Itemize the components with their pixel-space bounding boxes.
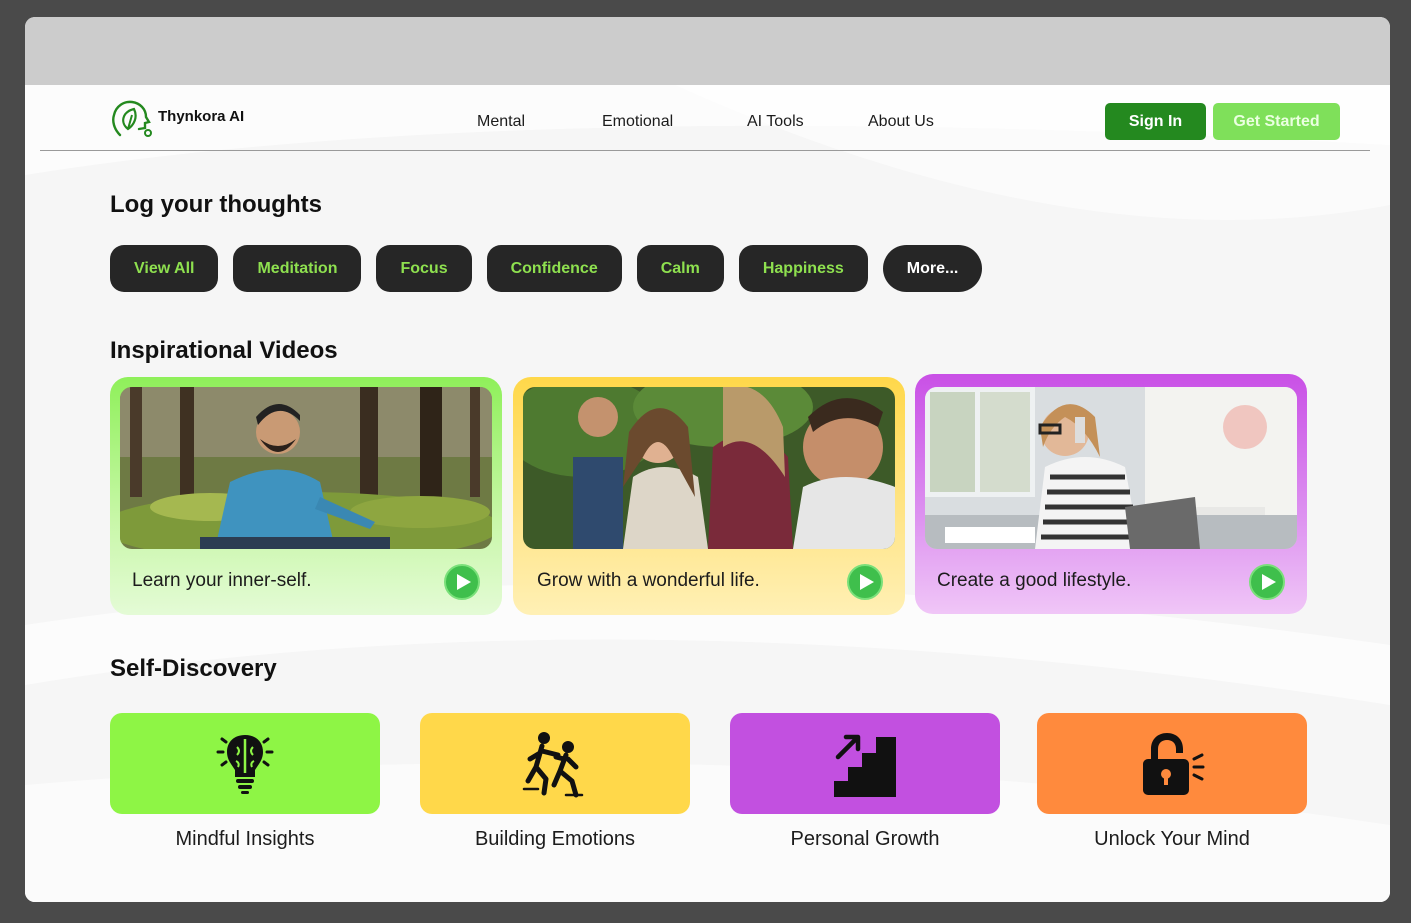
man-meditating-image xyxy=(120,387,492,549)
head-leaf-icon xyxy=(112,100,152,137)
tile-label: Building Emotions xyxy=(474,828,636,850)
play-icon[interactable] xyxy=(847,564,883,600)
tile-building-emotions[interactable] xyxy=(420,713,690,814)
page: Thynkora AI Mental Emotional AI Tools Ab… xyxy=(25,85,1390,902)
nav-link-about-us[interactable]: About Us xyxy=(868,113,934,131)
nav-link-ai-tools[interactable]: AI Tools xyxy=(747,113,804,131)
browser-chrome-bar xyxy=(25,17,1390,85)
play-icon[interactable] xyxy=(444,564,480,600)
chip-more[interactable]: More... xyxy=(882,245,983,292)
chip-focus[interactable]: Focus xyxy=(376,245,472,292)
video-card[interactable]: Create a good lifestyle. xyxy=(915,374,1307,614)
tile-unlock-your-mind[interactable] xyxy=(1037,713,1307,814)
tile-label: Unlock Your Mind xyxy=(1094,828,1250,850)
brand-logo[interactable]: Thynkora AI xyxy=(110,99,244,139)
unlocked-padlock-icon xyxy=(1143,732,1205,795)
nav-link-emotional[interactable]: Emotional xyxy=(602,113,673,131)
get-started-button[interactable]: Get Started xyxy=(1213,103,1340,140)
chip-happiness[interactable]: Happiness xyxy=(738,245,868,292)
video-thumbnail xyxy=(120,387,492,549)
video-thumbnail xyxy=(523,387,895,549)
play-icon[interactable] xyxy=(1249,564,1285,600)
tile-personal-growth[interactable] xyxy=(730,713,1000,814)
video-thumbnail xyxy=(925,387,1297,549)
browser-window: Thynkora AI Mental Emotional AI Tools Ab… xyxy=(25,17,1390,902)
discovery-title: Self-Discovery xyxy=(110,655,277,682)
woman-on-phone-image xyxy=(925,387,1297,549)
friends-laughing-image xyxy=(523,387,895,549)
video-card[interactable]: Learn your inner-self. xyxy=(110,377,502,615)
tile-label: Personal Growth xyxy=(790,828,940,850)
brand-name: Thynkora AI xyxy=(158,107,245,125)
chip-calm[interactable]: Calm xyxy=(636,245,724,292)
header-divider xyxy=(40,150,1370,151)
chip-confidence[interactable]: Confidence xyxy=(486,245,622,292)
thought-chips: View All Meditation Focus Confidence Cal… xyxy=(110,245,983,292)
stairs-up-icon xyxy=(834,734,896,797)
sign-in-button[interactable]: Sign In xyxy=(1105,103,1206,140)
chip-meditation[interactable]: Meditation xyxy=(233,245,362,292)
helping-hand-icon xyxy=(522,731,584,797)
brain-bulb-icon xyxy=(216,734,274,794)
tile-label: Mindful Insights xyxy=(175,828,315,850)
nav-link-mental[interactable]: Mental xyxy=(477,113,525,131)
video-card[interactable]: Grow with a wonderful life. xyxy=(513,377,905,615)
video-caption: Create a good lifestyle. xyxy=(937,570,1132,591)
videos-title: Inspirational Videos xyxy=(110,337,338,364)
chip-view-all[interactable]: View All xyxy=(110,245,219,292)
tile-mindful-insights[interactable] xyxy=(110,713,380,814)
video-caption: Grow with a wonderful life. xyxy=(537,570,760,591)
thoughts-title: Log your thoughts xyxy=(110,191,322,218)
video-caption: Learn your inner-self. xyxy=(132,570,312,591)
